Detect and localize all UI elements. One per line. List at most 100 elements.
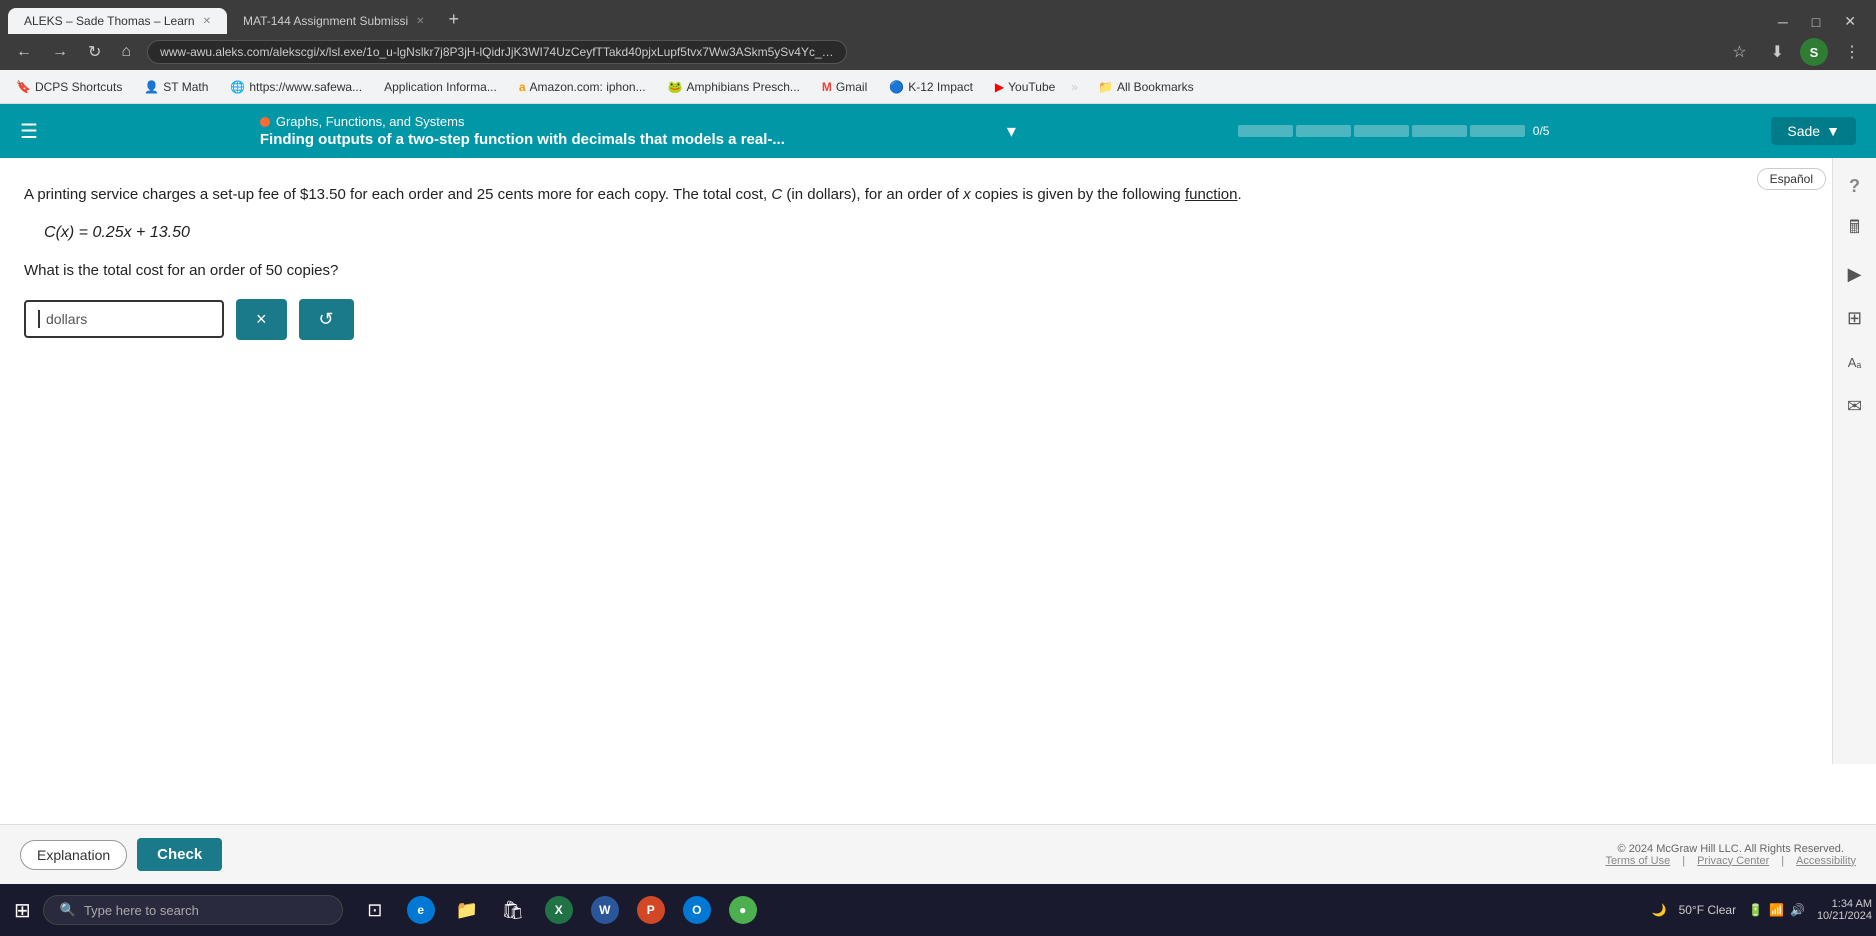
bookmark-stmath-icon: 👤: [144, 80, 159, 94]
envelope-tool-button[interactable]: ✉: [1839, 390, 1871, 422]
text-cursor: [38, 310, 40, 328]
accessibility-link[interactable]: Accessibility: [1796, 855, 1856, 867]
progress-seg-1: [1238, 125, 1293, 137]
forward-button[interactable]: →: [44, 39, 76, 65]
download-button[interactable]: ⬇: [1763, 38, 1792, 66]
excel-button[interactable]: X: [537, 888, 581, 932]
edge-icon: e: [407, 896, 435, 924]
bookmark-youtube-label: YouTube: [1008, 80, 1055, 94]
back-button[interactable]: ←: [8, 39, 40, 65]
bookmark-amazon-icon: a: [519, 80, 526, 94]
tab-aleks[interactable]: ALEKS – Sade Thomas – Learn ✕: [8, 8, 227, 34]
calculator-tool-button[interactable]: 🖩: [1839, 214, 1871, 246]
function-link[interactable]: function: [1185, 186, 1238, 203]
bookmark-safewa[interactable]: 🌐 https://www.safewa...: [222, 77, 370, 97]
grid-tool-button[interactable]: ⊞: [1839, 302, 1871, 334]
maximize-button[interactable]: □: [1800, 9, 1832, 34]
bookmark-stmath[interactable]: 👤 ST Math: [136, 77, 216, 97]
text-size-icon: Aₐ: [1848, 355, 1862, 370]
chrome-button[interactable]: ●: [721, 888, 765, 932]
close-button[interactable]: ✕: [1832, 9, 1868, 34]
new-tab-button[interactable]: +: [441, 5, 468, 34]
privacy-link[interactable]: Privacy Center: [1697, 855, 1769, 867]
answer-row: dollars × ↺: [24, 299, 1816, 340]
bookmark-amazon-label: Amazon.com: iphon...: [530, 80, 646, 94]
check-button[interactable]: Check: [137, 838, 222, 871]
dollars-unit-label: dollars: [46, 311, 87, 327]
bookmark-amazon[interactable]: a Amazon.com: iphon...: [511, 77, 654, 97]
home-button[interactable]: ⌂: [113, 39, 139, 65]
progress-seg-3: [1354, 125, 1409, 137]
bookmarks-bar: 🔖 DCPS Shortcuts 👤 ST Math 🌐 https://www…: [0, 70, 1876, 104]
var-C: C: [771, 186, 782, 203]
aleks-body: Español A printing service charges a set…: [0, 158, 1876, 824]
word-button[interactable]: W: [583, 888, 627, 932]
user-chevron-icon: ▼: [1826, 123, 1840, 139]
explanation-button[interactable]: Explanation: [20, 840, 127, 870]
grid-icon: ⊞: [1847, 308, 1862, 329]
question-prompt: What is the total cost for an order of 5…: [24, 262, 1816, 279]
envelope-icon: ✉: [1847, 396, 1862, 417]
footer-left: Explanation Check: [20, 838, 222, 871]
terms-link[interactable]: Terms of Use: [1605, 855, 1670, 867]
progress-text: 0/5: [1533, 124, 1550, 138]
hamburger-menu-button[interactable]: ☰: [20, 119, 38, 144]
bookmarks-separator: »: [1071, 80, 1078, 94]
clear-button[interactable]: ×: [236, 299, 287, 340]
files-button[interactable]: 📁: [445, 888, 489, 932]
user-name-label: Sade: [1787, 123, 1820, 139]
volume-icon: 🔊: [1790, 903, 1805, 917]
taskbar-search-icon: 🔍: [60, 902, 76, 918]
outlook-button[interactable]: O: [675, 888, 719, 932]
aleks-category-label: Graphs, Functions, and Systems: [276, 114, 465, 129]
taskbar-clock: 1:34 AM 10/21/2024: [1817, 898, 1872, 922]
bookmark-allbookmarks[interactable]: 📁 All Bookmarks: [1090, 77, 1202, 97]
minimize-button[interactable]: ─: [1766, 9, 1800, 34]
moon-icon: 🌙: [1652, 903, 1667, 917]
bookmark-youtube-icon: ▶: [995, 80, 1004, 94]
espanol-button[interactable]: Español: [1757, 168, 1826, 190]
tab-mat144[interactable]: MAT-144 Assignment Submissi ✕: [227, 8, 441, 34]
bookmark-gmail[interactable]: M Gmail: [814, 77, 875, 97]
powerpoint-button[interactable]: P: [629, 888, 673, 932]
bookmark-amphibians[interactable]: 🐸 Amphibians Presch...: [660, 77, 808, 97]
menu-button[interactable]: ⋮: [1836, 38, 1868, 66]
bookmark-youtube[interactable]: ▶ YouTube: [987, 77, 1063, 97]
formula-display: C(x) = 0.25x + 13.50: [44, 224, 1816, 242]
refresh-button[interactable]: ↻: [80, 38, 109, 66]
bookmark-gmail-label: Gmail: [836, 80, 867, 94]
aleks-header-left: Graphs, Functions, and Systems Finding o…: [260, 114, 785, 148]
files-icon: 📁: [456, 900, 478, 921]
address-bar[interactable]: www-awu.aleks.com/alekscgi/x/lsl.exe/1o_…: [147, 40, 847, 64]
aleks-header: ☰ Graphs, Functions, and Systems Finding…: [0, 104, 1876, 158]
tab-mat144-close[interactable]: ✕: [416, 16, 424, 27]
bookmark-allbookmarks-icon: 📁: [1098, 80, 1113, 94]
current-time: 1:34 AM: [1832, 898, 1872, 910]
favorites-button[interactable]: ☆: [1724, 38, 1754, 66]
start-button[interactable]: ⊞: [4, 892, 41, 929]
edge-button[interactable]: e: [399, 888, 443, 932]
video-tool-button[interactable]: ▶: [1839, 258, 1871, 290]
store-icon: 🛍: [501, 900, 524, 921]
help-tool-button[interactable]: ?: [1839, 170, 1871, 202]
profile-avatar[interactable]: S: [1800, 38, 1828, 66]
tab-aleks-close[interactable]: ✕: [203, 16, 211, 27]
temp-text: 50°F Clear: [1679, 903, 1737, 917]
reset-button[interactable]: ↺: [299, 299, 354, 340]
answer-input-box[interactable]: dollars: [24, 300, 224, 338]
taskbar-search-box[interactable]: 🔍 Type here to search: [43, 895, 343, 925]
text-tool-button[interactable]: Aₐ: [1839, 346, 1871, 378]
taskbar: ⊞ 🔍 Type here to search ⊡ e 📁 🛍 X W: [0, 884, 1876, 936]
user-menu-button[interactable]: Sade ▼: [1771, 117, 1856, 145]
store-button[interactable]: 🛍: [491, 888, 535, 932]
category-dot-icon: [260, 117, 270, 127]
collapse-button[interactable]: ▾: [1007, 121, 1016, 142]
bookmark-appinfo[interactable]: Application Informa...: [376, 77, 505, 97]
taskbar-search-placeholder: Type here to search: [84, 903, 199, 918]
bookmark-k12[interactable]: 🔵 K-12 Impact: [881, 77, 981, 97]
nav-buttons: ← → ↻ ⌂: [8, 38, 139, 66]
taskview-button[interactable]: ⊡: [353, 888, 397, 932]
chrome-icon: ●: [729, 896, 757, 924]
outlook-icon: O: [683, 896, 711, 924]
bookmark-dcps[interactable]: 🔖 DCPS Shortcuts: [8, 77, 130, 97]
